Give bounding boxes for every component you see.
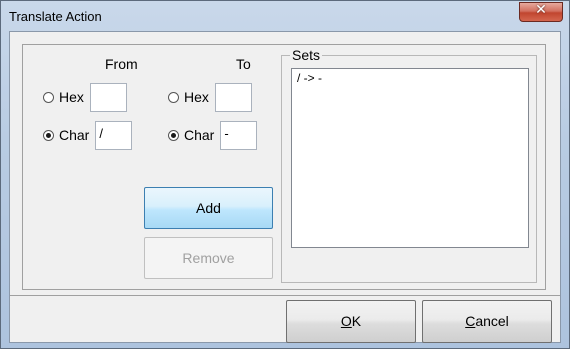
- to-header: To: [236, 56, 251, 72]
- window-title: Translate Action: [9, 9, 102, 24]
- remove-button[interactable]: Remove: [144, 237, 273, 279]
- translate-action-dialog: Translate Action ✕ From Hex Char / To He…: [0, 0, 570, 349]
- add-button[interactable]: Add: [144, 187, 273, 229]
- cancel-label-rest: ancel: [475, 313, 509, 329]
- to-hex-radio[interactable]: [168, 91, 179, 103]
- from-hex-input[interactable]: [89, 82, 127, 112]
- sets-listbox[interactable]: / -> -: [291, 68, 529, 248]
- from-char-radio[interactable]: [43, 129, 54, 141]
- close-button[interactable]: ✕: [519, 2, 563, 22]
- ok-label-rest: K: [351, 313, 362, 329]
- ok-mnemonic: O: [340, 313, 352, 329]
- close-icon: ✕: [535, 2, 547, 18]
- to-char-label: Char: [184, 127, 215, 143]
- cancel-button[interactable]: Cancel: [422, 300, 552, 343]
- cancel-mnemonic: C: [465, 313, 476, 329]
- sets-title: Sets: [290, 47, 323, 63]
- sets-list-item[interactable]: / -> -: [297, 71, 523, 85]
- from-header: From: [105, 56, 138, 72]
- to-char-input[interactable]: -: [220, 120, 258, 150]
- to-char-row: Char -: [168, 120, 258, 150]
- sets-group: Sets / -> -: [281, 47, 537, 283]
- from-hex-label: Hex: [59, 89, 84, 105]
- from-hex-row: Hex: [43, 82, 127, 112]
- translate-panel: From Hex Char / To Hex Char - Add Remove…: [22, 44, 546, 290]
- to-char-radio[interactable]: [168, 129, 179, 141]
- dialog-client-area: From Hex Char / To Hex Char - Add Remove…: [9, 31, 561, 343]
- from-hex-radio[interactable]: [43, 91, 54, 103]
- to-hex-input[interactable]: [214, 82, 252, 112]
- from-char-label: Char: [59, 127, 90, 143]
- to-hex-label: Hex: [184, 89, 209, 105]
- ok-button[interactable]: OK: [286, 300, 416, 343]
- to-hex-row: Hex: [168, 82, 252, 112]
- from-char-input[interactable]: /: [95, 120, 133, 150]
- title-bar[interactable]: Translate Action ✕: [1, 1, 569, 31]
- button-footer: OK Cancel: [10, 296, 560, 343]
- from-char-row: Char /: [43, 120, 133, 150]
